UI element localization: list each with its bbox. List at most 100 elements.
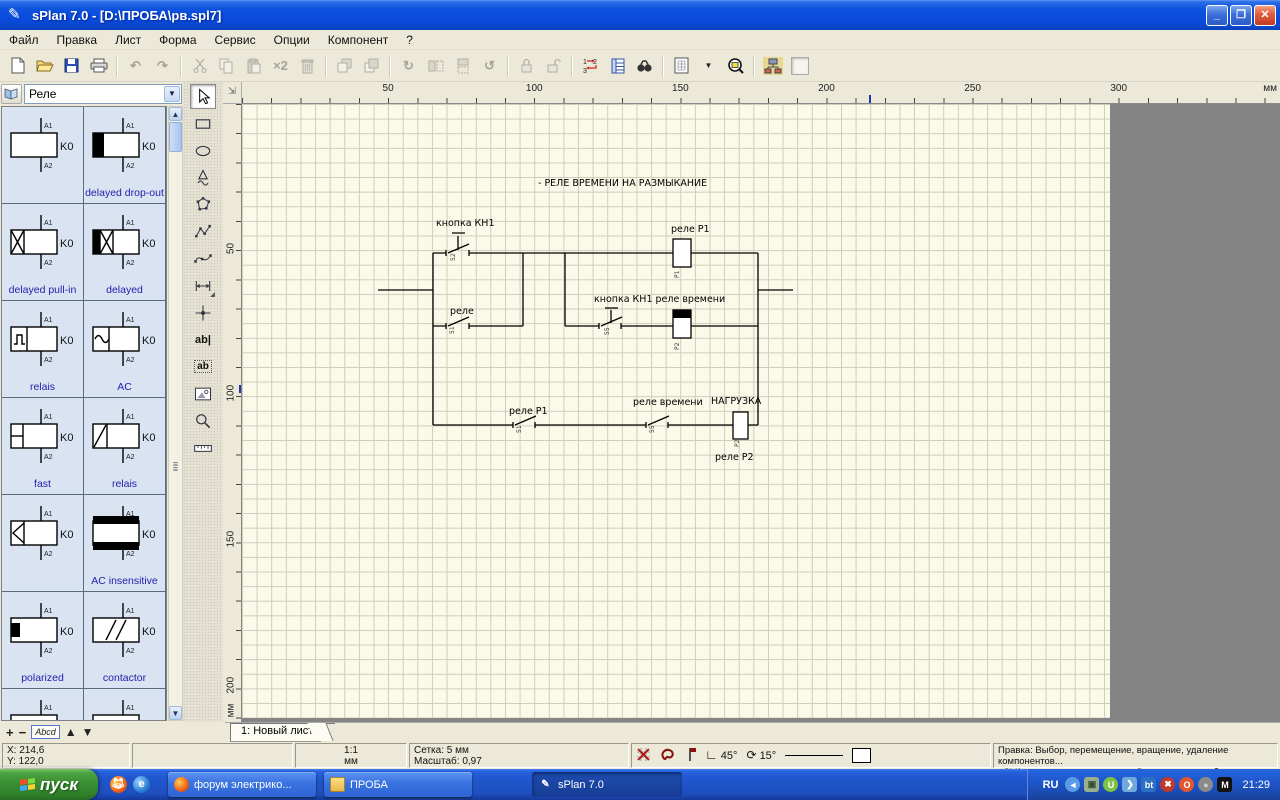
- bring-to-front-icon[interactable]: [332, 53, 357, 78]
- component-item-delayed-drop-out[interactable]: A1A2K0delayed drop-out: [84, 107, 166, 204]
- rotate-icon[interactable]: ↻: [396, 53, 421, 78]
- palette-scrollbar[interactable]: ▲ ≡≡ ▼: [168, 106, 183, 721]
- component-item-delayed-pull-in[interactable]: A1A2K0delayed pull-in: [2, 204, 84, 301]
- drawing-canvas[interactable]: - РЕЛЕ ВРЕМЕНИ НА РАЗМЫКАНИЕкнопка КН1ре…: [242, 104, 1280, 722]
- component-item-fast[interactable]: A1A2K0fast: [2, 398, 84, 495]
- component-item-AC[interactable]: A1A2K0AC: [84, 301, 166, 398]
- start-button[interactable]: пуск: [0, 769, 98, 800]
- grid-snap-off-icon[interactable]: [636, 747, 651, 765]
- new-file-icon[interactable]: [5, 53, 30, 78]
- menu-item-2[interactable]: Лист: [106, 31, 150, 49]
- component-item[interactable]: A1A2K0: [84, 689, 166, 721]
- component-item-relais[interactable]: A1A2K0relais: [84, 398, 166, 495]
- print-icon[interactable]: [86, 53, 111, 78]
- scroll-up-icon[interactable]: ▲: [169, 107, 182, 121]
- grid-dropdown-icon[interactable]: ▼: [696, 53, 721, 78]
- open-file-icon[interactable]: [32, 53, 57, 78]
- firefox-quicklaunch-icon[interactable]: 🦊︎: [110, 776, 127, 793]
- blank-icon[interactable]: [787, 53, 812, 78]
- text-tool-icon[interactable]: ab|: [190, 327, 216, 352]
- rotate-free-icon[interactable]: ↺: [477, 53, 502, 78]
- node-tool-icon[interactable]: [190, 300, 216, 325]
- app-icon[interactable]: ●: [1198, 777, 1213, 792]
- network-icon[interactable]: ❯: [1122, 777, 1137, 792]
- polyline-tool-icon[interactable]: [190, 219, 216, 244]
- select-tool-icon[interactable]: [190, 84, 216, 109]
- component-list-icon[interactable]: [605, 53, 630, 78]
- bt-icon[interactable]: bt: [1141, 777, 1156, 792]
- scrollbar-thumb[interactable]: [169, 122, 182, 152]
- menu-item-0[interactable]: Файл: [0, 31, 48, 49]
- utorrent-icon[interactable]: U: [1103, 777, 1118, 792]
- freehand-icon[interactable]: [660, 748, 675, 764]
- renumber-icon[interactable]: 123: [578, 53, 603, 78]
- splitter-grip-icon[interactable]: ≡≡: [170, 462, 181, 476]
- polygon-tool-icon[interactable]: [190, 192, 216, 217]
- menu-item-7[interactable]: ?: [397, 31, 422, 49]
- component-item-polarized[interactable]: A1A2K0polarized: [2, 592, 84, 689]
- mirror-horizontal-icon[interactable]: [423, 53, 448, 78]
- task-button-firefox[interactable]: форум электрико...: [168, 772, 316, 797]
- close-button[interactable]: ✕: [1254, 5, 1276, 26]
- library-dropdown[interactable]: Реле ▼: [24, 84, 182, 104]
- dimension-tool-icon[interactable]: [190, 273, 216, 298]
- send-to-back-icon[interactable]: [359, 53, 384, 78]
- bezier-tool-icon[interactable]: [190, 246, 216, 271]
- language-indicator[interactable]: RU: [1040, 778, 1062, 792]
- mirror-vertical-icon[interactable]: [450, 53, 475, 78]
- angle-setting[interactable]: ∟ 45°: [705, 749, 737, 762]
- grid-icon[interactable]: [669, 53, 694, 78]
- paste-icon[interactable]: [241, 53, 266, 78]
- component-item-contactor[interactable]: A1A2K0contactor: [84, 592, 166, 689]
- antivirus-icon[interactable]: ✖: [1160, 777, 1175, 792]
- move-up-icon[interactable]: ▲: [65, 725, 77, 739]
- special-shape-tool-icon[interactable]: [190, 165, 216, 190]
- zoom-tool-icon[interactable]: [190, 408, 216, 433]
- component-item-AC-insensitive[interactable]: A1A2K0AC insensitive: [84, 495, 166, 592]
- restore-button[interactable]: ❐: [1230, 5, 1252, 26]
- component-item-relais[interactable]: A1A2K0relais: [2, 301, 84, 398]
- task-button-pencil[interactable]: ✎sPlan 7.0: [532, 772, 682, 797]
- move-down-icon[interactable]: ▼: [82, 725, 94, 739]
- dropdown-arrow-icon[interactable]: ▼: [164, 86, 180, 102]
- line-style-sample[interactable]: [785, 755, 843, 756]
- component-item[interactable]: A1A2K0: [2, 689, 84, 721]
- minimize-button[interactable]: _: [1206, 5, 1228, 26]
- menu-item-1[interactable]: Правка: [48, 31, 107, 49]
- remove-component-button[interactable]: −: [19, 725, 27, 740]
- zoom-window-icon[interactable]: [723, 53, 748, 78]
- sheet-page[interactable]: - РЕЛЕ ВРЕМЕНИ НА РАЗМЫКАНИЕкнопка КН1ре…: [242, 104, 1110, 718]
- menu-item-5[interactable]: Опции: [265, 31, 319, 49]
- pointer-flag-icon[interactable]: [684, 747, 696, 765]
- measure-tool-icon[interactable]: [190, 435, 216, 460]
- redo-icon[interactable]: ↷: [150, 53, 175, 78]
- ruler-corner[interactable]: ⇲: [223, 82, 242, 104]
- undo-icon[interactable]: ↶: [123, 53, 148, 78]
- search-icon[interactable]: [632, 53, 657, 78]
- delete-icon[interactable]: [295, 53, 320, 78]
- component-item-delayed[interactable]: A1A2K0delayed: [84, 204, 166, 301]
- copy-icon[interactable]: [214, 53, 239, 78]
- capture-icon[interactable]: ▣: [1084, 777, 1099, 792]
- duplicate-x2-icon[interactable]: ×2: [268, 53, 293, 78]
- save-file-icon[interactable]: [59, 53, 84, 78]
- unlock-icon[interactable]: [541, 53, 566, 78]
- mail-icon[interactable]: M: [1217, 777, 1232, 792]
- sheet-tab[interactable]: 1: Новый лист: [230, 723, 321, 742]
- scroll-down-icon[interactable]: ▼: [169, 706, 182, 720]
- fill-style-sample[interactable]: [852, 748, 871, 763]
- component-item[interactable]: A1A2K0: [2, 107, 84, 204]
- add-component-button[interactable]: +: [6, 725, 14, 740]
- menu-item-3[interactable]: Форма: [150, 31, 205, 49]
- ie-quicklaunch-icon[interactable]: e: [133, 776, 150, 793]
- menu-item-4[interactable]: Сервис: [206, 31, 265, 49]
- opera-icon[interactable]: O: [1179, 777, 1194, 792]
- library-icon[interactable]: [1, 84, 22, 104]
- lock-icon[interactable]: [514, 53, 539, 78]
- menu-item-6[interactable]: Компонент: [319, 31, 398, 49]
- sheet-manager-icon[interactable]: [760, 53, 785, 78]
- rotation-setting[interactable]: ⟳ 15°: [746, 750, 776, 762]
- rectangle-tool-icon[interactable]: [190, 111, 216, 136]
- task-button-folder[interactable]: ПРОБА: [324, 772, 472, 797]
- textbox-tool-icon[interactable]: ab: [190, 354, 216, 379]
